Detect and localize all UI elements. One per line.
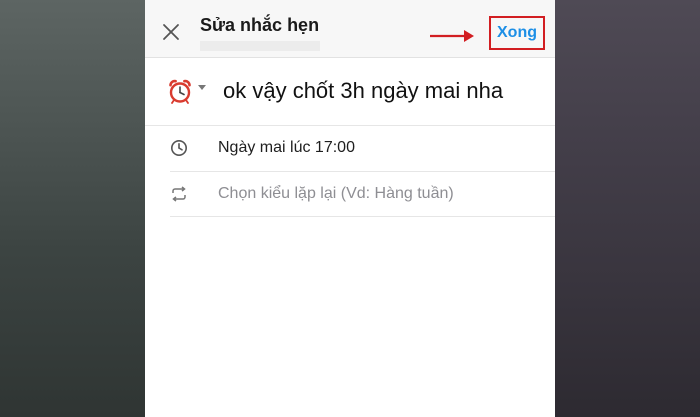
close-button[interactable]: [160, 21, 182, 43]
clock-icon: [171, 140, 187, 156]
reminder-message-text[interactable]: ok vậy chốt 3h ngày mai nha: [223, 78, 503, 104]
done-button[interactable]: Xong: [489, 16, 545, 50]
background-right: [555, 0, 700, 417]
repeat-icon: [172, 186, 186, 202]
alarm-clock-icon[interactable]: [167, 78, 193, 104]
reminder-message-row[interactable]: ok vậy chốt 3h ngày mai nha: [145, 58, 555, 126]
page-title: Sửa nhắc hẹn: [200, 15, 320, 35]
repeat-option-row[interactable]: Chọn kiểu lặp lại (Vd: Hàng tuần): [170, 172, 555, 217]
repeat-option-placeholder[interactable]: Chọn kiểu lặp lại (Vd: Hàng tuần): [218, 185, 454, 203]
title-underline: [200, 41, 320, 51]
reminder-time-text[interactable]: Ngày mai lúc 17:00: [218, 139, 355, 157]
close-icon: [163, 24, 179, 40]
caret-down-icon[interactable]: [198, 85, 206, 91]
reminder-edit-screen: Sửa nhắc hẹn Xong ok vậy chốt 3h ngày ma…: [145, 0, 555, 417]
background-left: [0, 0, 145, 417]
header-bar: Sửa nhắc hẹn Xong: [145, 0, 555, 58]
reminder-time-row[interactable]: Ngày mai lúc 17:00: [170, 126, 555, 172]
arrow-right-icon: [430, 30, 474, 42]
